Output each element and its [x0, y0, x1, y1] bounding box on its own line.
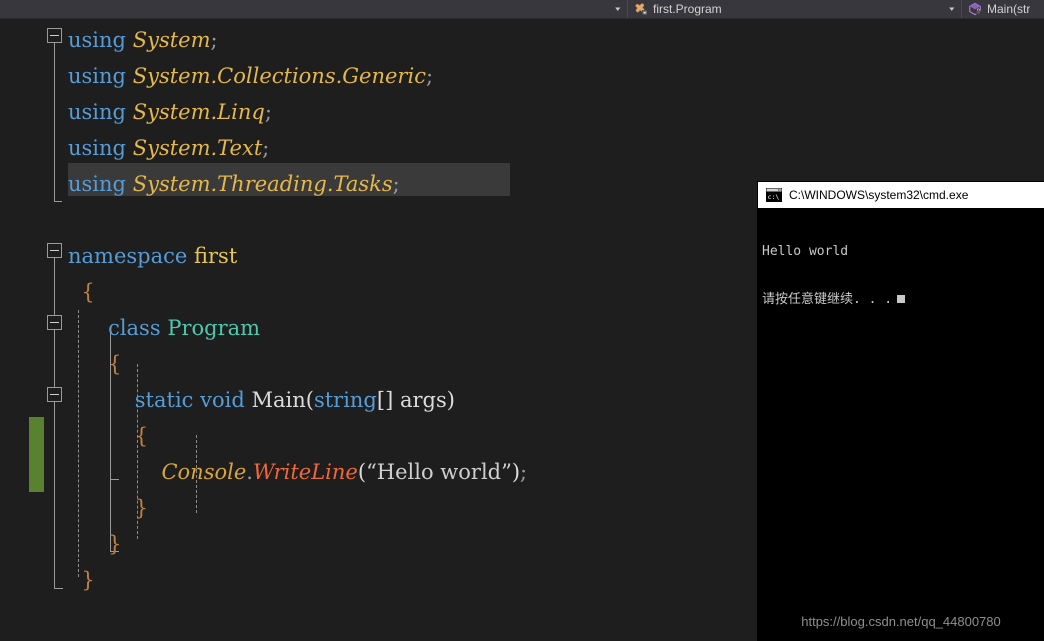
code-token: { — [81, 280, 95, 304]
code-line: { — [68, 418, 148, 454]
code-token: Main — [251, 388, 306, 412]
code-token: ( — [305, 388, 314, 412]
method-dropdown-label: Main(str — [987, 2, 1031, 16]
method-dropdown[interactable]: Main(str — [962, 0, 1044, 18]
cmd-icon: c:\ — [766, 188, 782, 202]
code-line: using System.Threading.Tasks; — [68, 166, 400, 202]
code-token: using — [68, 64, 126, 88]
code-token: } — [81, 568, 95, 592]
code-line: using System.Linq; — [68, 94, 272, 130]
block-cursor-icon — [897, 295, 906, 303]
code-token: System.Threading.Tasks — [132, 172, 393, 196]
code-token: ) — [446, 388, 455, 412]
code-token: args — [399, 388, 447, 412]
class-dropdown[interactable]: first.Program ▾ — [627, 0, 962, 18]
code-token: ; — [392, 172, 400, 196]
code-token: Console — [161, 460, 247, 484]
code-token: string — [313, 388, 377, 412]
console-output-line: 请按任意键继续. . . — [762, 292, 1044, 308]
code-line: Console.WriteLine(“Hello world”); — [68, 454, 527, 490]
code-token: using — [68, 136, 126, 160]
code-token: ; — [520, 460, 528, 484]
code-token: System.Text — [132, 136, 263, 160]
console-title-bar[interactable]: c:\ C:\WINDOWS\system32\cmd.exe — [758, 182, 1044, 208]
code-token: class — [108, 316, 161, 340]
console-title-label: C:\WINDOWS\system32\cmd.exe — [789, 188, 969, 202]
code-token: “Hello world” — [366, 460, 512, 484]
chevron-down-icon: ▾ — [615, 5, 621, 13]
code-navigation-bar: ▾ first.Program ▾ Main(str — [0, 0, 1044, 19]
code-line: static void Main(string[] args) — [68, 382, 455, 418]
code-token: System.Linq — [132, 100, 265, 124]
cmd-console-window[interactable]: c:\ C:\WINDOWS\system32\cmd.exe Hello wo… — [758, 182, 1044, 641]
code-token: void — [200, 388, 245, 412]
code-token: ; — [425, 64, 434, 88]
code-token: [] — [376, 388, 394, 412]
code-token: ; — [262, 136, 270, 160]
code-line: using System.Collections.Generic; — [68, 58, 433, 94]
code-token: first — [194, 244, 238, 268]
code-line: } — [68, 562, 95, 598]
code-token: System — [132, 28, 211, 52]
project-dropdown[interactable]: ▾ — [0, 0, 627, 18]
chevron-down-icon: ▾ — [949, 5, 955, 13]
code-token: using — [68, 100, 126, 124]
code-token: . — [246, 460, 253, 484]
svg-text:c:\: c:\ — [768, 193, 780, 201]
class-icon — [635, 3, 648, 15]
code-line: { — [68, 274, 95, 310]
console-prompt-text: 请按任意键继续. . . — [762, 292, 893, 307]
code-token: { — [134, 424, 149, 448]
class-dropdown-label: first.Program — [653, 2, 722, 16]
code-token: WriteLine — [252, 460, 358, 484]
code-token: } — [134, 496, 149, 520]
code-line: using System; — [68, 22, 218, 58]
console-output-line: Hello world — [762, 244, 849, 259]
code-line: using System.Text; — [68, 130, 269, 166]
method-icon — [969, 2, 981, 16]
code-line: { — [68, 346, 121, 382]
watermark-text: https://blog.csdn.net/qq_44800780 — [801, 614, 1001, 629]
console-output: Hello world 请按任意键继续. . . — [758, 208, 1044, 340]
code-token: using — [68, 28, 126, 52]
code-token: { — [108, 352, 122, 376]
code-token: using — [68, 172, 126, 196]
code-token: ( — [357, 460, 367, 484]
code-line: namespace first — [68, 238, 237, 274]
code-token: System.Collections.Generic — [132, 64, 426, 88]
code-line: } — [68, 490, 148, 526]
code-token: ; — [264, 100, 272, 124]
code-line: } — [68, 526, 121, 562]
code-token: Program — [167, 316, 261, 340]
code-token: namespace — [68, 244, 188, 268]
code-line: class Program — [68, 310, 260, 346]
code-token: ; — [210, 28, 218, 52]
code-token: } — [108, 532, 122, 556]
code-token: static — [134, 388, 194, 412]
code-token: ) — [511, 460, 521, 484]
